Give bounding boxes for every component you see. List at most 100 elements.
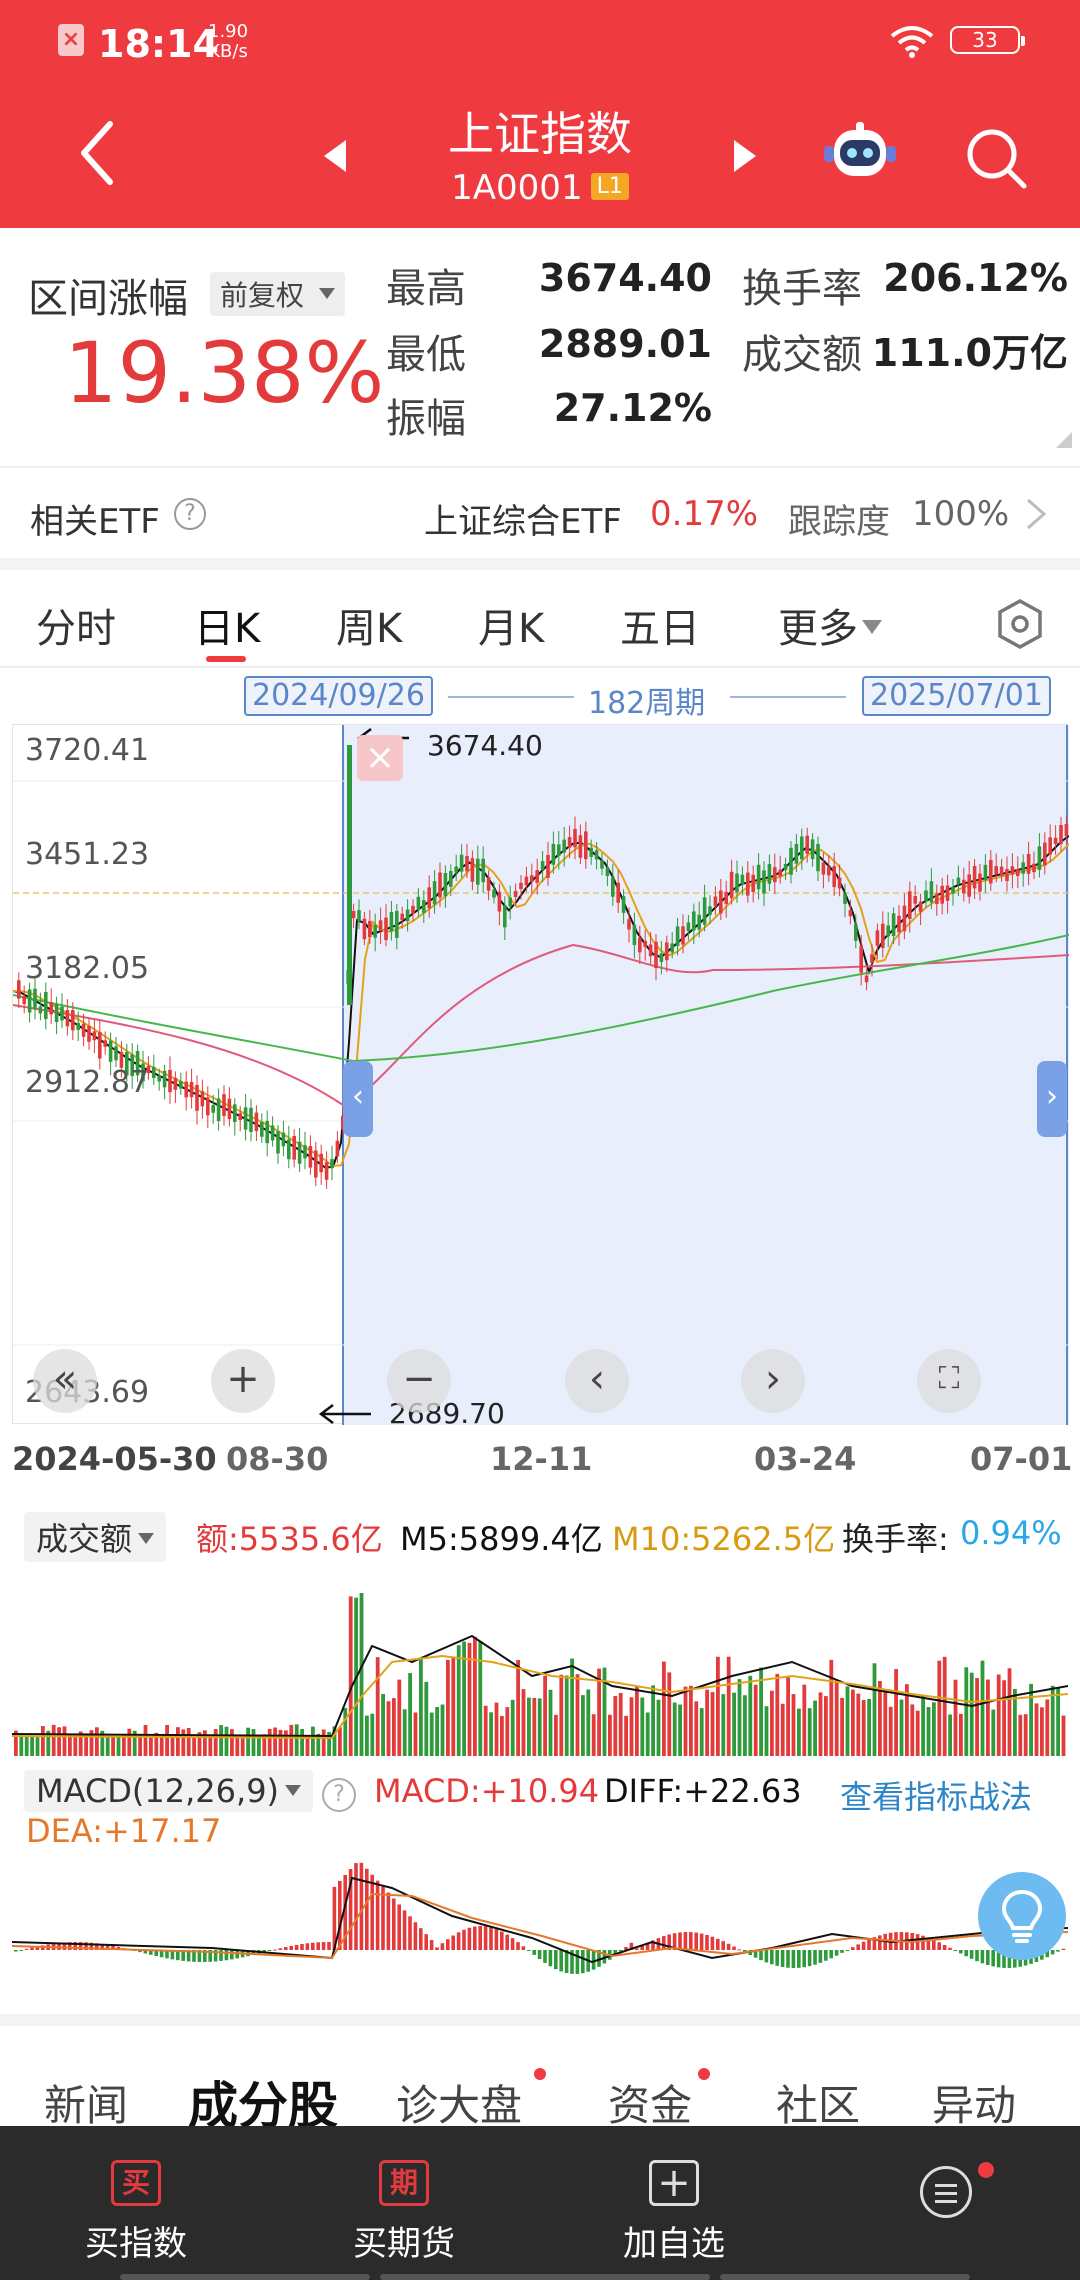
next-index-icon[interactable] bbox=[730, 138, 760, 174]
tab-funds[interactable]: 资金 bbox=[608, 2072, 692, 2133]
candle bbox=[216, 1098, 221, 1121]
volume-bar bbox=[505, 1707, 510, 1756]
volume-bar bbox=[894, 1669, 898, 1756]
candle bbox=[756, 864, 761, 890]
range-start-date[interactable]: 2024/09/26 bbox=[244, 676, 433, 716]
tab-five-day[interactable]: 五日 bbox=[620, 596, 700, 654]
candle bbox=[260, 1121, 264, 1137]
candle bbox=[330, 1159, 334, 1169]
buy-index-button[interactable]: 买 买指数 bbox=[36, 2160, 236, 2265]
macd-bar bbox=[834, 1950, 839, 1956]
candle bbox=[654, 941, 658, 969]
volume-bar bbox=[591, 1714, 596, 1756]
candle bbox=[38, 1006, 43, 1014]
volume-bar bbox=[510, 1699, 515, 1756]
candle bbox=[162, 1070, 167, 1088]
candle bbox=[233, 1104, 237, 1122]
candle bbox=[65, 1009, 70, 1027]
volume-bar bbox=[105, 1736, 110, 1756]
volume-bar bbox=[489, 1712, 493, 1756]
candle bbox=[513, 890, 518, 898]
volume-bar bbox=[770, 1690, 774, 1756]
volume-bar bbox=[683, 1686, 688, 1756]
candle bbox=[486, 877, 491, 891]
candle bbox=[1043, 842, 1047, 866]
scroll-left-button[interactable]: ‹ bbox=[565, 1349, 629, 1413]
zoom-in-button[interactable]: + bbox=[211, 1349, 275, 1413]
indicator-strategy-link[interactable]: 查看指标战法 bbox=[840, 1772, 1032, 1818]
tab-weekly-k[interactable]: 周K bbox=[336, 596, 402, 654]
search-icon[interactable] bbox=[962, 124, 1030, 192]
range-handle-left[interactable]: ‹ bbox=[343, 1061, 373, 1137]
candle bbox=[1064, 824, 1069, 837]
range-handle-right[interactable]: › bbox=[1037, 1061, 1067, 1137]
volume-bar bbox=[451, 1656, 456, 1756]
volume-bar bbox=[986, 1679, 990, 1756]
volume-selector-label: 成交额 bbox=[36, 1520, 133, 1558]
kline-chart[interactable]: 3720.41 3451.23 3182.05 2912.87 2643.69 … bbox=[12, 724, 1069, 1430]
settings-hex-icon[interactable] bbox=[996, 598, 1044, 650]
macd-bar bbox=[316, 1942, 320, 1950]
adjust-selector[interactable]: 前复权 bbox=[210, 272, 345, 316]
volume-bar bbox=[375, 1657, 380, 1756]
candle bbox=[854, 924, 858, 941]
volume-bar bbox=[176, 1727, 180, 1756]
tab-more[interactable]: 更多 bbox=[778, 596, 882, 654]
candle bbox=[449, 870, 453, 887]
tab-intraday[interactable]: 分时 bbox=[36, 596, 116, 654]
volume-bar bbox=[500, 1715, 504, 1756]
macd-bar bbox=[30, 1947, 34, 1950]
volume-bar bbox=[748, 1675, 753, 1756]
etf-name: 上证综合ETF bbox=[424, 502, 622, 542]
volume-bar bbox=[559, 1674, 564, 1756]
candle bbox=[60, 1006, 64, 1021]
scroll-right-button[interactable]: › bbox=[741, 1349, 805, 1413]
menu-icon[interactable] bbox=[920, 2166, 972, 2218]
tab-market-diagnosis[interactable]: 诊大盘 bbox=[396, 2072, 522, 2133]
robot-assistant-icon[interactable] bbox=[822, 122, 898, 188]
volume-m5: M5:5899.4亿 bbox=[400, 1520, 603, 1558]
macd-bar bbox=[359, 1862, 364, 1950]
volume-indicator-selector[interactable]: 成交额 bbox=[24, 1512, 167, 1562]
volume-bar bbox=[899, 1699, 904, 1756]
tab-monthly-k[interactable]: 月K bbox=[478, 596, 544, 654]
volume-bar bbox=[1029, 1683, 1033, 1756]
volume-bar bbox=[338, 1727, 342, 1756]
help-icon[interactable]: ? bbox=[174, 498, 206, 530]
volume-bar bbox=[575, 1674, 580, 1756]
volume-bar bbox=[240, 1737, 245, 1756]
macd-indicator-selector[interactable]: MACD(12,26,9) bbox=[24, 1770, 314, 1812]
candle bbox=[335, 1140, 340, 1157]
volume-bar bbox=[116, 1736, 121, 1756]
macd-bar bbox=[467, 1927, 472, 1950]
range-change-label: 区间涨幅 bbox=[28, 276, 188, 322]
candle bbox=[227, 1098, 232, 1120]
tab-daily-k[interactable]: 日K bbox=[194, 596, 260, 654]
volume-bar bbox=[824, 1696, 828, 1756]
candle bbox=[173, 1077, 178, 1090]
range-end-date[interactable]: 2025/07/01 bbox=[862, 676, 1051, 716]
lightbulb-button[interactable] bbox=[978, 1872, 1066, 1960]
candle bbox=[800, 836, 804, 860]
date-label-1: 2024-05-30 bbox=[12, 1440, 217, 1478]
chart-period-tabs: 分时 日K 周K 月K 五日 更多 bbox=[0, 570, 1080, 668]
candle bbox=[611, 877, 615, 897]
help-icon[interactable]: ? bbox=[322, 1778, 356, 1812]
candle bbox=[1048, 837, 1052, 855]
related-etf-row[interactable]: 相关ETF ? 上证综合ETF 0.17% 跟踪度 100% bbox=[0, 470, 1080, 560]
diff-value: DIFF:+22.63 bbox=[604, 1772, 802, 1810]
buy-futures-button[interactable]: 期 买期货 bbox=[304, 2160, 504, 2265]
fullscreen-button[interactable]: ⛶ bbox=[917, 1349, 981, 1413]
corner-expand-icon bbox=[1056, 432, 1072, 448]
macd-bar bbox=[710, 1936, 715, 1950]
volume-bar bbox=[1002, 1680, 1006, 1756]
rewind-button[interactable]: « bbox=[33, 1349, 97, 1413]
add-watchlist-button[interactable]: + 加自选 bbox=[574, 2160, 774, 2265]
close-range-icon[interactable]: × bbox=[357, 735, 403, 781]
zoom-out-button[interactable]: − bbox=[387, 1349, 451, 1413]
tab-anomaly[interactable]: 异动 bbox=[932, 2072, 1016, 2133]
tab-community[interactable]: 社区 bbox=[776, 2072, 860, 2133]
tab-news[interactable]: 新闻 bbox=[44, 2072, 128, 2133]
candle bbox=[584, 831, 588, 860]
volume-bar bbox=[608, 1714, 612, 1756]
